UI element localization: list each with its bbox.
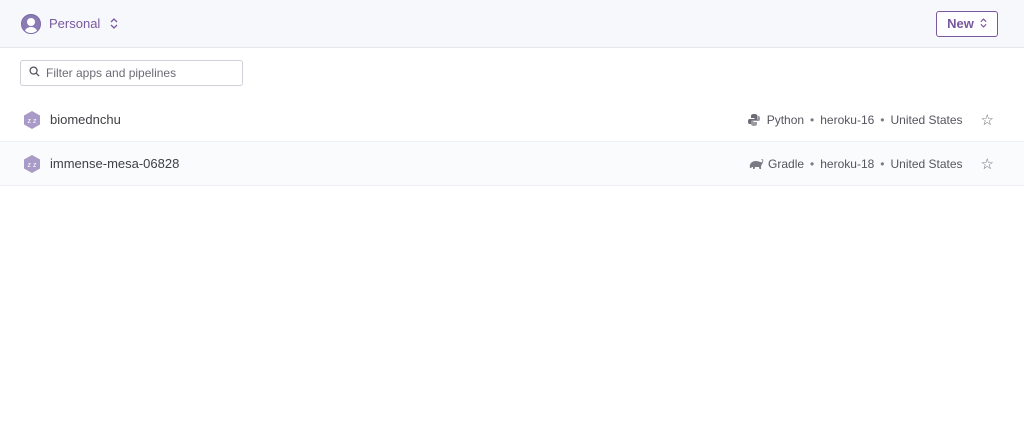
gradle-icon: [748, 157, 764, 171]
meta-separator: •: [880, 112, 885, 127]
app-row[interactable]: z z immense-mesa-06828 Gradle • heroku-1…: [0, 142, 1024, 186]
app-meta: Python • heroku-16 • United States: [747, 113, 963, 127]
new-button[interactable]: New: [936, 10, 998, 37]
new-button-label: New: [947, 16, 974, 31]
account-label: Personal: [49, 16, 101, 31]
svg-text:z z: z z: [28, 162, 37, 169]
meta-separator: •: [880, 156, 885, 171]
python-icon: [747, 113, 761, 127]
app-meta: Gradle • heroku-18 • United States: [748, 157, 963, 171]
meta-separator: •: [810, 112, 815, 127]
app-region: United States: [890, 156, 963, 171]
app-name[interactable]: immense-mesa-06828: [50, 156, 748, 171]
search-icon: [29, 64, 40, 82]
app-stack: heroku-16: [820, 112, 875, 127]
app-stack: heroku-18: [820, 156, 875, 171]
app-region: United States: [890, 112, 963, 127]
app-row[interactable]: z z biomednchu Python • heroku-16 • Unit…: [0, 98, 1024, 142]
account-switcher[interactable]: Personal: [21, 13, 118, 34]
user-avatar-icon: [21, 13, 41, 34]
app-language: Python: [766, 112, 805, 127]
app-name[interactable]: biomednchu: [50, 112, 747, 127]
filter-box: [20, 60, 243, 86]
top-bar: Personal New: [0, 0, 1024, 48]
filter-section: [0, 48, 1024, 86]
meta-separator: •: [810, 156, 815, 171]
chevron-updown-icon: [980, 16, 987, 31]
chevron-updown-icon: [110, 18, 118, 29]
filter-input[interactable]: [46, 66, 236, 80]
favorite-star-icon[interactable]: ☆: [981, 111, 994, 129]
favorite-star-icon[interactable]: ☆: [981, 155, 994, 173]
app-hexagon-icon: z z: [22, 110, 42, 130]
app-language: Gradle: [768, 156, 805, 171]
app-hexagon-icon: z z: [22, 154, 42, 174]
app-list: z z biomednchu Python • heroku-16 • Unit…: [0, 98, 1024, 186]
svg-text:z z: z z: [28, 118, 37, 125]
